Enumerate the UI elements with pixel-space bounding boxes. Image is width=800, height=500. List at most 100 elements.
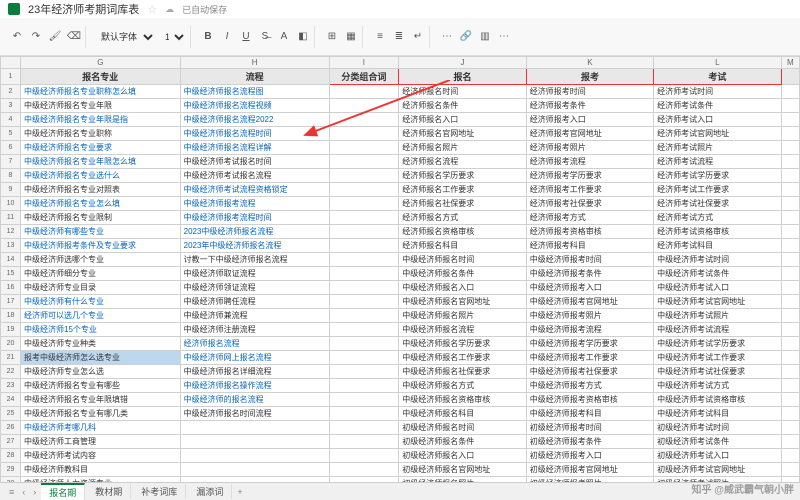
cell[interactable]: 中级经济师报名工作要求	[399, 351, 526, 365]
cell[interactable]	[329, 239, 399, 253]
cell[interactable]: 经济师考试入口	[654, 113, 781, 127]
col-J[interactable]: J	[399, 57, 526, 69]
cell[interactable]: 经济师报考方式	[526, 211, 653, 225]
cell[interactable]	[329, 337, 399, 351]
cell[interactable]: 中级经济师网上报名流程	[180, 351, 329, 365]
header-g[interactable]: 报名专业	[21, 69, 181, 85]
cell[interactable]	[781, 365, 799, 379]
cell[interactable]: 中级经济师报考照片	[526, 309, 653, 323]
cell[interactable]: 中级经济师报考社保要求	[526, 365, 653, 379]
cell[interactable]	[781, 155, 799, 169]
cell[interactable]: 初级经济师报考入口	[526, 449, 653, 463]
cell[interactable]	[329, 141, 399, 155]
cell[interactable]: 初级经济师考试入口	[654, 449, 781, 463]
cell[interactable]	[329, 365, 399, 379]
col-I[interactable]: I	[329, 57, 399, 69]
cell[interactable]: 中级经济师报名专业年限	[21, 99, 181, 113]
cell[interactable]	[329, 435, 399, 449]
cell[interactable]: 中级经济师考哪几科	[21, 421, 181, 435]
italic-button[interactable]: I	[219, 29, 235, 45]
spreadsheet-grid[interactable]: G H I J K L M 1 报名专业 流程 分类组合词 报名 报考 考试 2…	[0, 56, 800, 482]
cell[interactable]: 中级经济师的报名流程	[180, 393, 329, 407]
cell[interactable]	[781, 225, 799, 239]
cell[interactable]: 经济师报名资格审核	[399, 225, 526, 239]
cell[interactable]: 中级经济师报名入口	[399, 281, 526, 295]
cell[interactable]: 经济师报考时间	[526, 85, 653, 99]
cell[interactable]	[781, 449, 799, 463]
cell[interactable]	[329, 113, 399, 127]
cell[interactable]: 经济师考试官网地址	[654, 127, 781, 141]
cell[interactable]: 中级经济师取证流程	[180, 267, 329, 281]
cell[interactable]	[329, 197, 399, 211]
tab-next-button[interactable]: ›	[30, 487, 39, 497]
cell[interactable]: 中级经济师报名官网地址	[399, 295, 526, 309]
cell[interactable]	[781, 141, 799, 155]
cell[interactable]	[329, 281, 399, 295]
cell[interactable]: 经济师报考流程	[526, 155, 653, 169]
cell[interactable]: 中级经济师报名资格审核	[399, 393, 526, 407]
cell[interactable]	[329, 99, 399, 113]
cell[interactable]	[781, 463, 799, 477]
cell[interactable]: 经济师报考条件	[526, 99, 653, 113]
cell[interactable]: 中级经济师报名流程2022	[180, 113, 329, 127]
cell[interactable]: 中级经济师专业种类	[21, 337, 181, 351]
cell[interactable]: 中级经济师考试内容	[21, 449, 181, 463]
cell[interactable]: 初级经济师报考时间	[526, 421, 653, 435]
sheet-tab-2[interactable]: 补考词库	[133, 484, 186, 499]
cell[interactable]: 中级经济师报名流程详解	[180, 141, 329, 155]
border-button[interactable]: ⊞	[324, 29, 340, 45]
cell[interactable]: 中级经济师报名条件	[399, 267, 526, 281]
cell[interactable]	[180, 463, 329, 477]
cell[interactable]: 中级经济师报考流程	[180, 197, 329, 211]
number-format-button[interactable]: ⋯	[439, 29, 455, 45]
cell[interactable]: 中级经济师考试条件	[654, 267, 781, 281]
cell[interactable]: 中级经济师选哪个专业	[21, 253, 181, 267]
format-painter-button[interactable]: 🖌	[47, 29, 63, 45]
fill-color-button[interactable]: ◧	[295, 29, 311, 45]
cell[interactable]	[781, 407, 799, 421]
cell[interactable]: 中级经济师有哪些专业	[21, 225, 181, 239]
col-H[interactable]: H	[180, 57, 329, 69]
col-M[interactable]: M	[781, 57, 799, 69]
cell[interactable]: 中级经济师报名方式	[399, 379, 526, 393]
cell[interactable]	[781, 435, 799, 449]
cell[interactable]: 中级经济师考试报名时间	[180, 155, 329, 169]
text-color-button[interactable]: A	[276, 29, 292, 45]
cell[interactable]: 中级经济师考试时间	[654, 253, 781, 267]
cell[interactable]: 中级经济师报名专业选什么	[21, 169, 181, 183]
cell[interactable]: 中级经济师考试方式	[654, 379, 781, 393]
cell[interactable]: 中级经济师报考流程	[526, 323, 653, 337]
cell[interactable]: 经济师报名社保要求	[399, 197, 526, 211]
cell[interactable]	[329, 351, 399, 365]
cell[interactable]	[781, 379, 799, 393]
cell[interactable]: 经济师考试工作要求	[654, 183, 781, 197]
cell[interactable]: 中级经济师报名专业职称	[21, 127, 181, 141]
cell[interactable]: 经济师报名官网地址	[399, 127, 526, 141]
header-h[interactable]: 流程	[180, 69, 329, 85]
cell[interactable]: 中级经济师考试流程资格锁定	[180, 183, 329, 197]
cell[interactable]: 经济师报名时间	[399, 85, 526, 99]
sheet-tab-3[interactable]: 漏添词	[188, 484, 232, 499]
cell[interactable]	[329, 155, 399, 169]
cell[interactable]: 中级经济师报名流程视频	[180, 99, 329, 113]
cell[interactable]: 中级经济师报考时间	[526, 253, 653, 267]
cell[interactable]: 讨教一下中级经济师报名流程	[180, 253, 329, 267]
star-icon[interactable]: ☆	[147, 3, 157, 16]
col-G[interactable]: G	[21, 57, 181, 69]
cell[interactable]: 中级经济师有什么专业	[21, 295, 181, 309]
cell[interactable]: 中级经济师报考科目	[526, 407, 653, 421]
cell[interactable]	[329, 449, 399, 463]
cell[interactable]: 经济师考试时间	[654, 85, 781, 99]
cell[interactable]: 经济师报名工作要求	[399, 183, 526, 197]
cell[interactable]: 初级经济师报考条件	[526, 435, 653, 449]
cell[interactable]: 中级经济师考试社保要求	[654, 365, 781, 379]
cell[interactable]: 经济师报名条件	[399, 99, 526, 113]
cell[interactable]	[781, 211, 799, 225]
tab-list-button[interactable]: ≡	[6, 487, 17, 497]
cell[interactable]: 经济师考试条件	[654, 99, 781, 113]
cell[interactable]: 中级经济师报名专业年限填错	[21, 393, 181, 407]
cell[interactable]: 经济师考试社保要求	[654, 197, 781, 211]
cell[interactable]	[329, 393, 399, 407]
cell[interactable]: 报考中级经济师怎么选专业	[21, 351, 181, 365]
cell[interactable]: 经济师报名入口	[399, 113, 526, 127]
